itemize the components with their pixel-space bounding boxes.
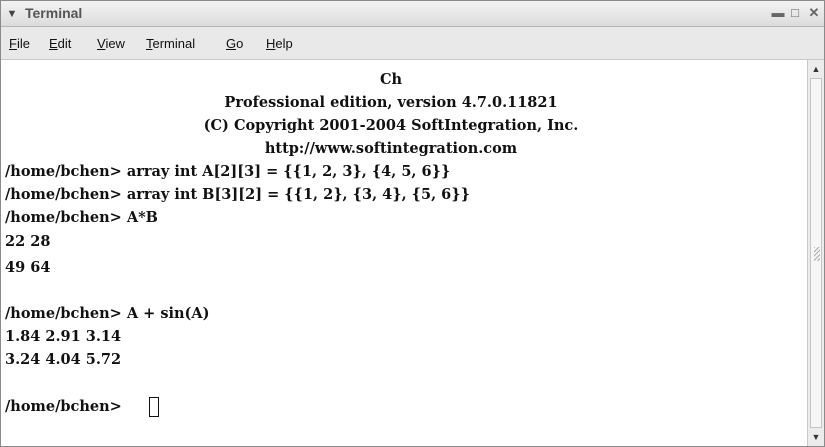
minimize-icon[interactable]: ▬ <box>771 6 785 20</box>
banner-line: Ch <box>379 71 403 88</box>
maximize-icon[interactable]: □ <box>788 6 802 20</box>
terminal-line: /home/bchen> A + sin(A) <box>5 305 210 322</box>
grip-icon <box>814 247 820 261</box>
prompt-line: /home/bchen> <box>5 398 127 415</box>
title-bar[interactable]: ▼ Terminal ▬ □ ✕ <box>1 1 824 27</box>
banner-line: Professional edition, version 4.7.0.1182… <box>224 94 558 111</box>
menu-file[interactable]: File <box>9 36 30 51</box>
scroll-down-icon[interactable]: ▼ <box>809 430 823 444</box>
terminal-window: ▼ Terminal ▬ □ ✕ File Edit View Terminal… <box>0 0 825 447</box>
close-icon[interactable]: ✕ <box>807 6 821 20</box>
terminal-output[interactable]: Ch Professional edition, version 4.7.0.1… <box>1 60 807 446</box>
menu-go[interactable]: Go <box>226 36 243 51</box>
terminal-line: /home/bchen> array int B[3][2] = {{1, 2}… <box>5 186 470 203</box>
scroll-up-icon[interactable]: ▲ <box>809 62 823 76</box>
vertical-scrollbar[interactable]: ▲ ▼ <box>807 60 824 446</box>
banner-line: (C) Copyright 2001-2004 SoftIntegration,… <box>203 117 579 134</box>
terminal-line: 1.84 2.91 3.14 <box>5 328 122 345</box>
terminal-line: 49 64 <box>5 259 51 276</box>
chevron-down-icon[interactable]: ▼ <box>5 7 19 21</box>
banner-line: http://www.softintegration.com <box>264 140 518 157</box>
terminal-line: /home/bchen> array int A[2][3] = {{1, 2,… <box>5 163 451 180</box>
menu-edit[interactable]: Edit <box>49 36 71 51</box>
terminal-line: 22 28 <box>5 233 51 250</box>
terminal-line: 3.24 4.04 5.72 <box>5 351 122 368</box>
menu-bar: File Edit View Terminal Go Help <box>1 27 824 60</box>
text-cursor <box>149 397 159 417</box>
window-title: Terminal <box>25 5 83 21</box>
scroll-thumb[interactable] <box>810 78 822 428</box>
menu-terminal[interactable]: Terminal <box>146 36 195 51</box>
menu-help[interactable]: Help <box>266 36 293 51</box>
menu-view[interactable]: View <box>97 36 125 51</box>
terminal-line: /home/bchen> A*B <box>5 209 158 226</box>
